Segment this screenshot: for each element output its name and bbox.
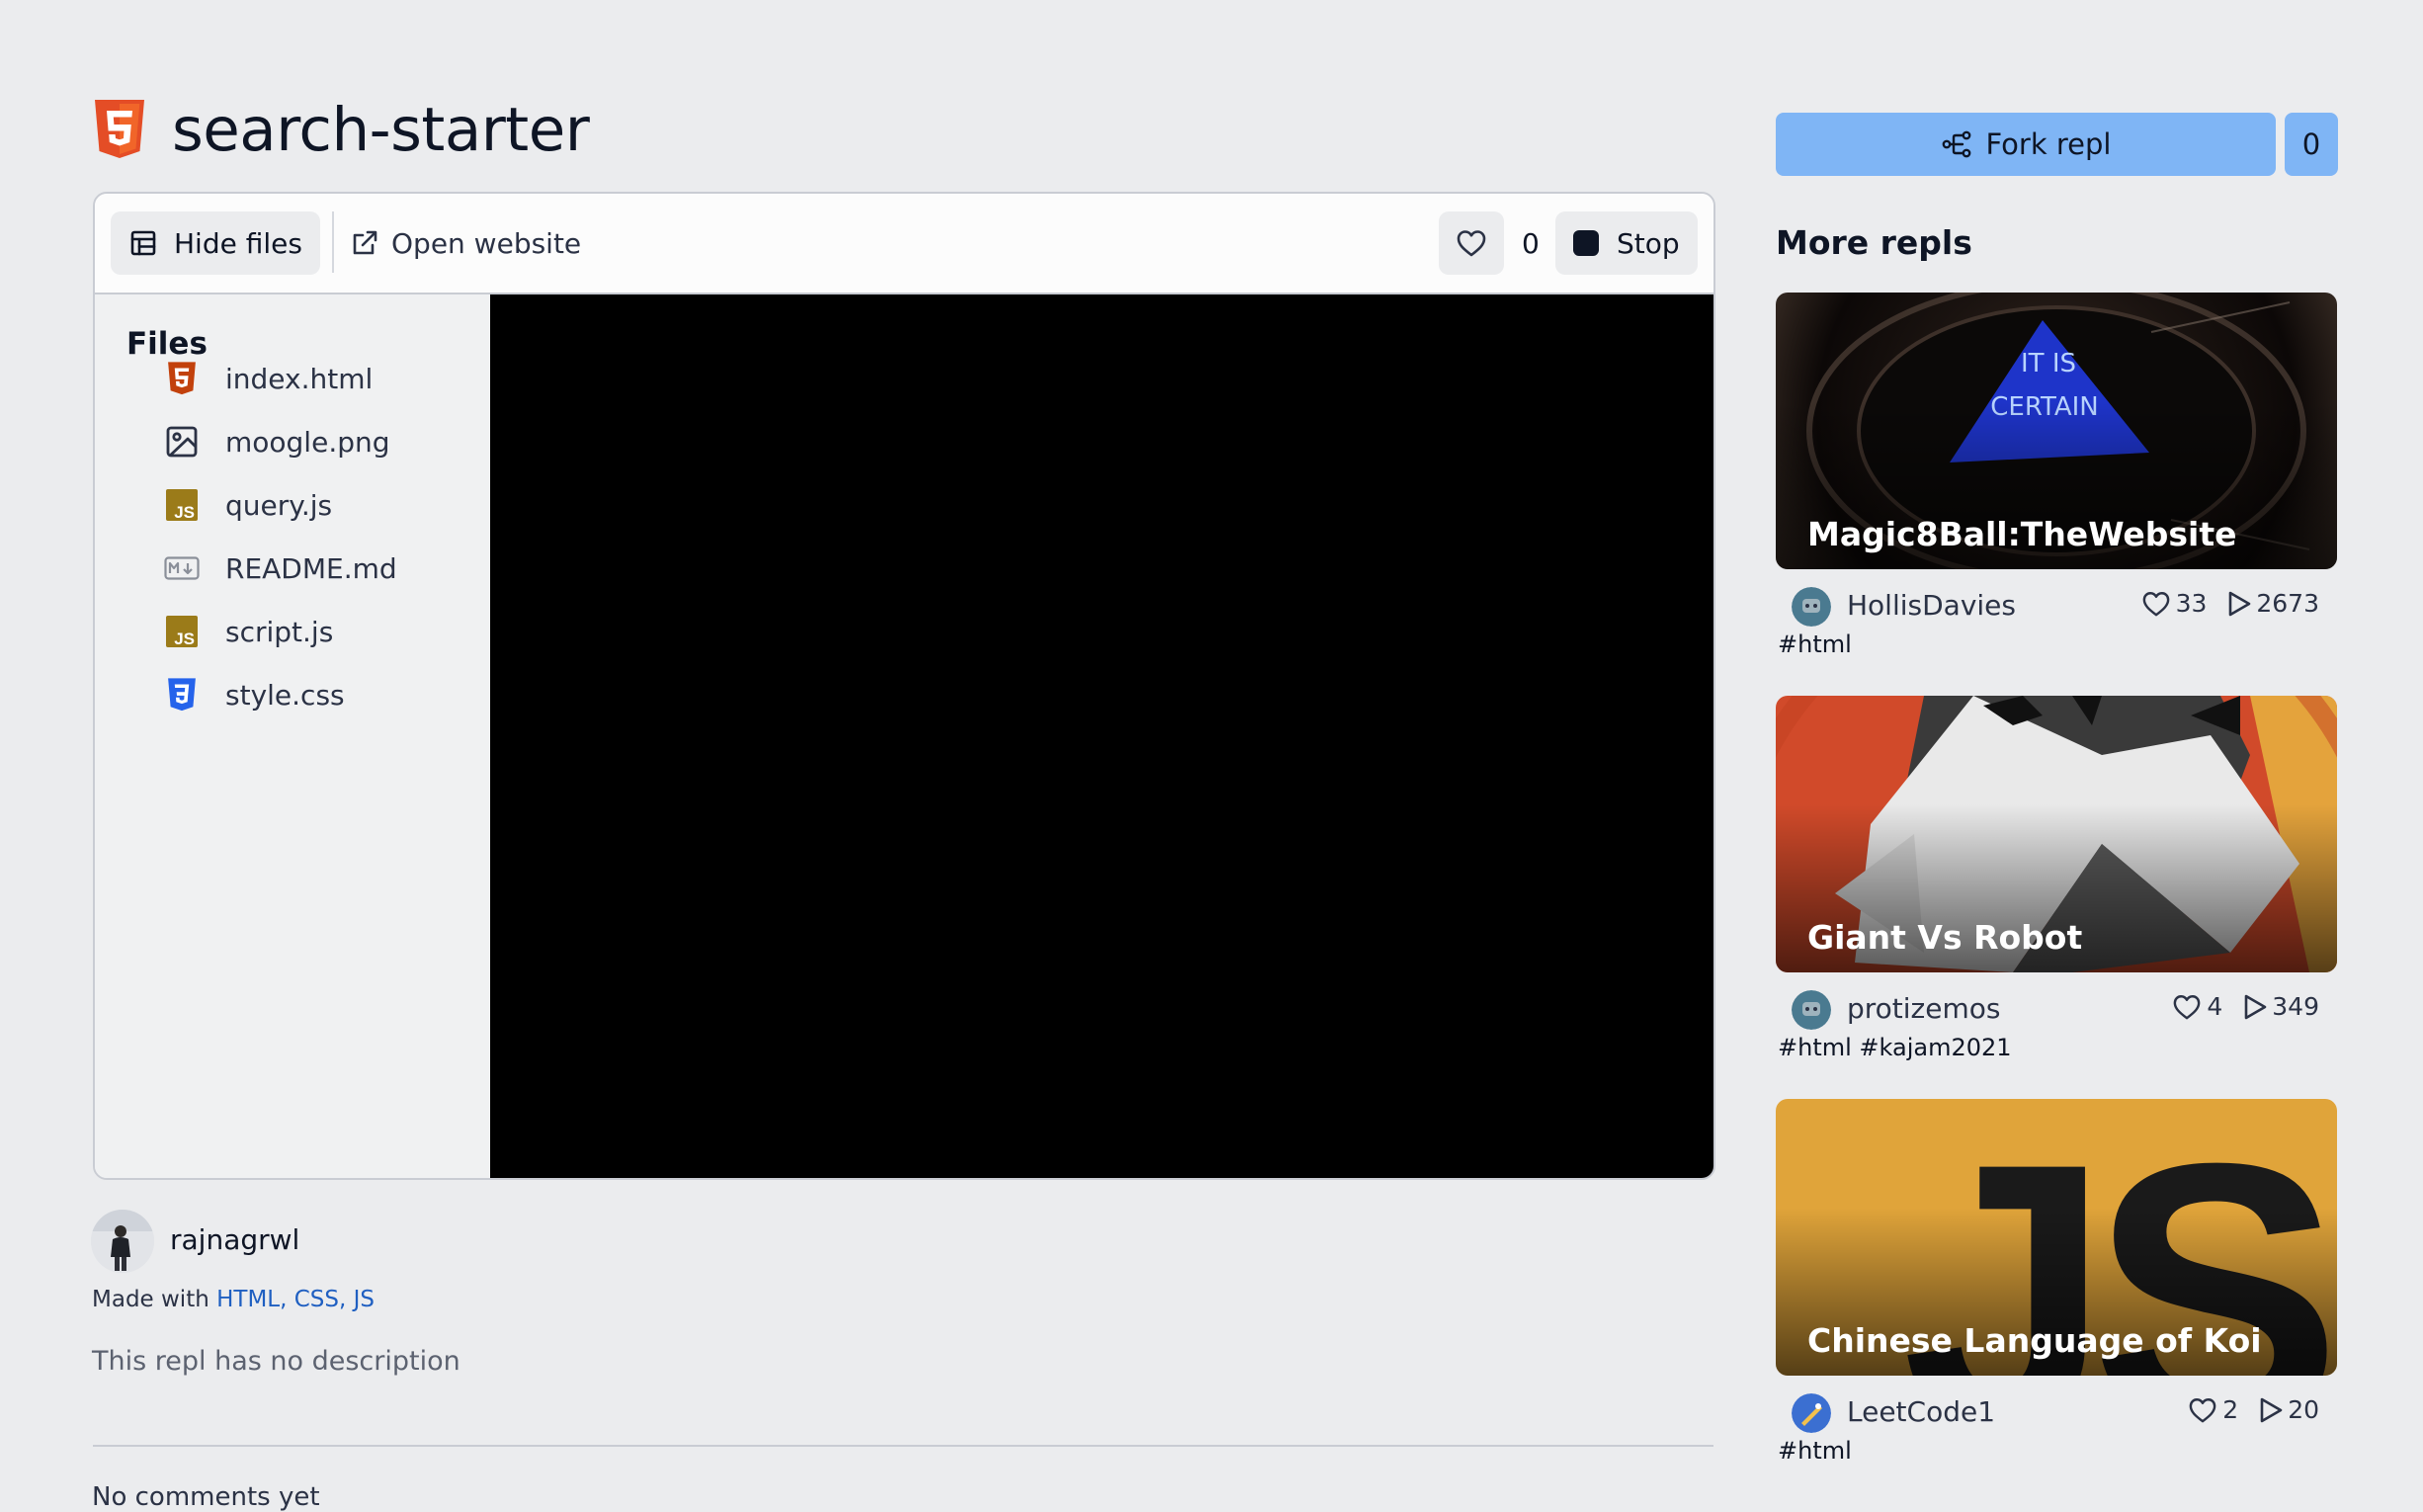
section-divider <box>93 1445 1713 1447</box>
repl-card[interactable]: Giant Vs Robot protizemos 4 349 #html #k… <box>1776 696 2337 1061</box>
stop-label: Stop <box>1617 226 1680 260</box>
made-with-text: Made with HTML, CSS, JS <box>92 1287 375 1312</box>
file-item-moogle-png[interactable]: moogle.png <box>164 419 390 464</box>
heart-icon <box>2174 994 2201 1019</box>
repl-card-title: Magic8Ball:TheWebsite <box>1807 515 2237 553</box>
repl-card-owner[interactable]: LeetCode1 <box>1847 1395 1995 1428</box>
css3-file-icon <box>164 677 200 713</box>
sidebar-panel-icon <box>130 230 156 256</box>
play-icon <box>2244 994 2267 1019</box>
repl-workspace: Hide files Open website 0 Stop Files ind… <box>93 192 1715 1180</box>
repl-thumbnail[interactable]: JS Chinese Language of Koi <box>1776 1099 2337 1376</box>
external-link-icon <box>353 230 377 255</box>
title-row: search-starter <box>93 94 590 165</box>
file-name: README.md <box>225 551 397 585</box>
repl-card-tags[interactable]: #html #kajam2021 <box>1778 1034 2337 1061</box>
repl-description: This repl has no description <box>92 1346 460 1377</box>
file-name: query.js <box>225 488 333 522</box>
play-icon <box>2229 591 2251 616</box>
heart-icon <box>2189 1397 2216 1422</box>
file-name: index.html <box>225 362 374 395</box>
repl-thumbnail[interactable]: IT IS CERTAIN Magic8Ball:TheWebsite <box>1776 293 2337 569</box>
languages-link[interactable]: HTML, CSS, JS <box>216 1287 375 1312</box>
made-with-prefix: Made with <box>92 1287 209 1312</box>
run-count: 349 <box>2272 992 2319 1021</box>
file-item-index-html[interactable]: index.html <box>164 356 373 401</box>
repl-card-tags[interactable]: #html <box>1778 630 2337 658</box>
repl-card-title: Giant Vs Robot <box>1807 918 2083 957</box>
repl-card-owner[interactable]: HollisDavies <box>1847 589 2016 622</box>
image-file-icon <box>164 424 200 460</box>
repl-card-stats: 4 349 <box>2171 992 2319 1021</box>
repl-card-stats: 2 20 <box>2187 1395 2319 1424</box>
fork-count[interactable]: 0 <box>2285 113 2338 176</box>
open-website-button[interactable]: Open website <box>350 211 581 275</box>
like-count: 4 <box>2207 992 2223 1021</box>
webview-preview[interactable] <box>490 294 1713 1178</box>
fork-repl-button[interactable]: Fork repl <box>1776 113 2276 176</box>
file-name: style.css <box>225 678 345 712</box>
file-item-style-css[interactable]: style.css <box>164 672 345 717</box>
file-name: moogle.png <box>225 425 390 459</box>
repl-thumbnail[interactable]: Giant Vs Robot <box>1776 696 2337 972</box>
like-count: 2 <box>2222 1395 2239 1424</box>
author-name[interactable]: rajnagrwl <box>170 1223 299 1256</box>
run-count: 20 <box>2288 1395 2319 1424</box>
file-item-query-js[interactable]: JS query.js <box>164 482 332 528</box>
hide-files-label: Hide files <box>174 226 302 260</box>
repl-card-stats: 33 2673 <box>2140 589 2319 618</box>
author-avatar[interactable] <box>91 1210 154 1273</box>
file-item-script-js[interactable]: JS script.js <box>164 609 333 654</box>
owner-avatar[interactable] <box>1792 990 1831 1030</box>
owner-avatar[interactable] <box>1792 1393 1831 1433</box>
repl-card[interactable]: JS Chinese Language of Koi LeetCode1 2 2… <box>1776 1099 2337 1465</box>
toolbar-divider <box>332 211 334 273</box>
run-count: 2673 <box>2256 589 2319 618</box>
repl-card-tags[interactable]: #html <box>1778 1437 2337 1465</box>
heart-icon <box>2142 591 2169 616</box>
like-count: 33 <box>2175 589 2208 618</box>
open-website-label: Open website <box>391 226 582 260</box>
stop-button[interactable]: Stop <box>1555 211 1698 275</box>
fork-icon <box>1942 130 1970 158</box>
play-icon <box>2260 1397 2283 1422</box>
repl-card-meta: HollisDavies 33 2673 <box>1776 569 2337 629</box>
html5-file-icon <box>164 361 200 396</box>
page-title: search-starter <box>172 94 590 165</box>
thumb-text-line: IT IS <box>2021 349 2076 378</box>
stop-icon <box>1573 230 1599 256</box>
file-name: script.js <box>225 615 334 648</box>
svg-text:JS: JS <box>174 503 195 522</box>
like-button[interactable] <box>1439 211 1504 275</box>
repl-card[interactable]: IT IS CERTAIN Magic8Ball:TheWebsite Holl… <box>1776 293 2337 658</box>
fork-repl-label: Fork repl <box>1985 127 2112 161</box>
html5-icon <box>95 100 144 158</box>
heart-icon <box>1457 230 1486 257</box>
owner-avatar[interactable] <box>1792 587 1831 627</box>
repl-card-title: Chinese Language of Koi <box>1807 1321 2262 1360</box>
files-pane: Files index.html moogle.png JS query.js … <box>95 294 490 1178</box>
repl-card-owner[interactable]: protizemos <box>1847 992 2000 1025</box>
no-comments-text: No comments yet <box>92 1482 320 1512</box>
repl-card-meta: LeetCode1 2 20 <box>1776 1376 2337 1435</box>
js-file-icon: JS <box>164 487 200 523</box>
repl-card-meta: protizemos 4 349 <box>1776 972 2337 1032</box>
workspace-toolbar: Hide files Open website 0 Stop <box>95 194 1713 294</box>
more-repls-heading: More repls <box>1776 223 1972 262</box>
file-item-readme-md[interactable]: README.md <box>164 546 397 591</box>
hide-files-button[interactable]: Hide files <box>111 211 320 275</box>
like-count: 0 <box>1522 226 1540 260</box>
js-file-icon: JS <box>164 614 200 649</box>
svg-text:JS: JS <box>174 630 195 648</box>
markdown-file-icon <box>164 550 200 586</box>
